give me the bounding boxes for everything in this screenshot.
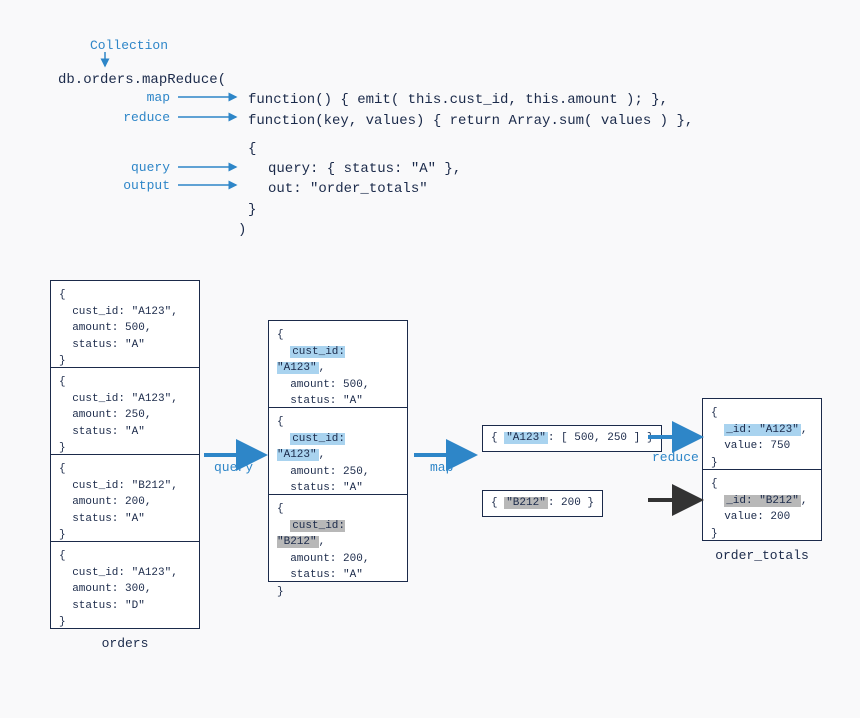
result-doc-0: { _id: "A123", value: 750 } [702, 398, 822, 470]
step-map-label: map [430, 460, 453, 475]
diagram-canvas: Collection db.orders.mapReduce( function… [0, 0, 860, 718]
filtered-doc-1: { cust_id: "A123", amount: 250, status: … [268, 407, 408, 495]
ann-map: map [130, 90, 170, 105]
code-line-1: db.orders.mapReduce( [58, 70, 693, 90]
code-opts-open: { [58, 139, 693, 159]
orders-doc-0: { cust_id: "A123", amount: 500, status: … [50, 280, 200, 368]
mapped-b212: { "B212": 200 } [482, 490, 603, 517]
orders-doc-1: { cust_id: "A123", amount: 250, status: … [50, 367, 200, 455]
results-label: order_totals [702, 548, 822, 563]
ann-reduce: reduce [114, 110, 170, 125]
filtered-doc-0: { cust_id: "A123", amount: 500, status: … [268, 320, 408, 408]
ann-query: query [130, 160, 170, 175]
orders-label: orders [50, 636, 200, 651]
collection-label: Collection [90, 38, 168, 53]
ann-output: output [116, 178, 170, 193]
code-close-paren: ) [58, 220, 693, 240]
mapped-a123: { "A123": [ 500, 250 ] } [482, 425, 662, 452]
step-reduce-label: reduce [652, 450, 699, 465]
filtered-doc-2: { cust_id: "B212", amount: 200, status: … [268, 494, 408, 582]
result-doc-1: { _id: "B212", value: 200 } [702, 469, 822, 541]
orders-doc-2: { cust_id: "B212", amount: 200, status: … [50, 454, 200, 542]
code-opts-close: } [58, 200, 693, 220]
step-query-label: query [214, 460, 253, 475]
orders-doc-3: { cust_id: "A123", amount: 300, status: … [50, 541, 200, 629]
